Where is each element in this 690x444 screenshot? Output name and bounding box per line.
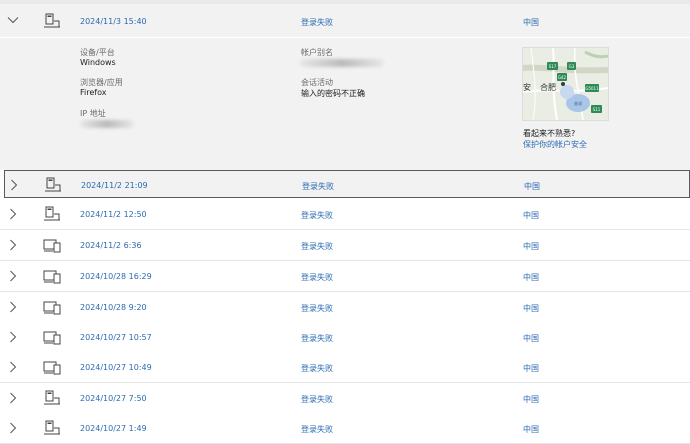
- chevron-right-icon[interactable]: [7, 208, 19, 220]
- map-shield-3: G42: [558, 75, 567, 80]
- ip-label: IP 地址: [80, 109, 106, 118]
- chevron-right-icon[interactable]: [7, 331, 19, 343]
- map-city-label: 合肥: [540, 82, 556, 92]
- activity-row[interactable]: 2024/10/27 1:49 登录失败 中国: [0, 413, 690, 444]
- location-map[interactable]: S17 G3 G42 G5011 S11 安 合肥 巢湖: [522, 47, 609, 121]
- activity-row[interactable]: 2024/10/28 9:20 登录失败 中国: [0, 292, 690, 323]
- activity-date: 2024/10/27 1:49: [80, 424, 147, 433]
- activity-country: 中国: [523, 242, 539, 251]
- activity-row[interactable]: 2024/10/27 10:57 登录失败 中国: [0, 322, 690, 353]
- protect-account-link[interactable]: 保护你的帐户安全: [523, 139, 587, 150]
- chevron-right-icon[interactable]: [7, 361, 19, 373]
- activity-status: 登录失败: [301, 304, 333, 313]
- activity-date: 2024/10/28 9:20: [80, 303, 147, 312]
- activity-date: 2024/10/27 7:50: [80, 394, 147, 403]
- activity-date: 2024/11/3 15:40: [80, 17, 147, 26]
- activity-item-header[interactable]: 2024/11/3 15:40 登录失败 中国: [0, 4, 690, 38]
- activity-country: 中国: [523, 304, 539, 313]
- activity-date: 2024/11/2 21:09: [81, 181, 148, 190]
- activity-country: 中国: [523, 364, 539, 373]
- activity-date: 2024/11/2 6:36: [80, 241, 142, 250]
- device-label: 设备/平台: [80, 48, 115, 57]
- activity-row[interactable]: 2024/10/28 16:29 登录失败 中国: [0, 261, 690, 292]
- chevron-right-icon[interactable]: [7, 392, 19, 404]
- activity-date: 2024/10/28 16:29: [80, 272, 152, 281]
- activity-status: 登录失败: [301, 425, 333, 434]
- activity-row[interactable]: 2024/11/2 21:09 登录失败 中国: [4, 170, 690, 198]
- activity-country: 中国: [524, 182, 540, 191]
- activity-country: 中国: [523, 395, 539, 404]
- activity-value: 输入的密码不正确: [301, 89, 365, 98]
- activity-status: 登录失败: [301, 211, 333, 220]
- desktop-icon: [44, 206, 60, 221]
- desktop-icon: [44, 390, 60, 405]
- map-city-partial: 安: [523, 82, 531, 92]
- chevron-right-icon[interactable]: [8, 179, 20, 191]
- activity-date: 2024/10/27 10:49: [80, 363, 152, 372]
- activity-country: 中国: [523, 18, 539, 27]
- desktop-icon: [44, 13, 60, 28]
- multi-device-icon: [43, 301, 61, 315]
- desktop-icon: [44, 420, 60, 435]
- multi-device-icon: [43, 361, 61, 375]
- activity-item-expanded: 2024/11/3 15:40 登录失败 中国 设备/平台 Windows 浏览…: [0, 4, 690, 170]
- alias-label: 帐户别名: [301, 48, 333, 57]
- activity-country: 中国: [523, 425, 539, 434]
- activity-date: 2024/10/27 10:57: [80, 333, 152, 342]
- map-shield-4: G5011: [585, 86, 599, 91]
- chevron-down-icon[interactable]: [7, 14, 19, 26]
- map-shield-2: G3: [569, 64, 575, 69]
- activity-country: 中国: [523, 273, 539, 282]
- desktop-icon: [45, 177, 61, 192]
- activity-status: 登录失败: [301, 334, 333, 343]
- activity-row[interactable]: 2024/11/2 6:36 登录失败 中国: [0, 230, 690, 261]
- activity-label: 会话活动: [301, 78, 333, 87]
- multi-device-icon: [43, 331, 61, 345]
- unfamiliar-text: 看起来不熟悉?: [523, 129, 576, 138]
- activity-status: 登录失败: [301, 273, 333, 282]
- activity-date: 2024/11/2 12:50: [80, 210, 147, 219]
- chevron-right-icon[interactable]: [7, 239, 19, 251]
- device-value: Windows: [80, 58, 116, 67]
- activity-row[interactable]: 2024/10/27 7:50 登录失败 中国: [0, 383, 690, 414]
- activity-country: 中国: [523, 211, 539, 220]
- map-shield-5: S11: [593, 107, 601, 112]
- map-lake-label: 巢湖: [574, 100, 582, 106]
- activity-country: 中国: [523, 334, 539, 343]
- multi-device-icon: [43, 239, 61, 253]
- activity-status: 登录失败: [301, 364, 333, 373]
- chevron-right-icon[interactable]: [7, 301, 19, 313]
- activity-status: 登录失败: [302, 182, 334, 191]
- browser-label: 浏览器/应用: [80, 78, 123, 87]
- activity-row[interactable]: 2024/11/2 12:50 登录失败 中国: [0, 199, 690, 230]
- ip-value-redacted: [80, 120, 134, 128]
- activity-status: 登录失败: [301, 242, 333, 251]
- activity-status: 登录失败: [301, 18, 333, 27]
- browser-value: Firefox: [80, 88, 107, 97]
- activity-status: 登录失败: [301, 395, 333, 404]
- chevron-right-icon[interactable]: [7, 270, 19, 282]
- multi-device-icon: [43, 270, 61, 284]
- activity-row[interactable]: 2024/10/27 10:49 登录失败 中国: [0, 352, 690, 383]
- chevron-right-icon[interactable]: [7, 422, 19, 434]
- alias-value-redacted: [300, 59, 384, 67]
- map-shield-1: S17: [549, 64, 557, 69]
